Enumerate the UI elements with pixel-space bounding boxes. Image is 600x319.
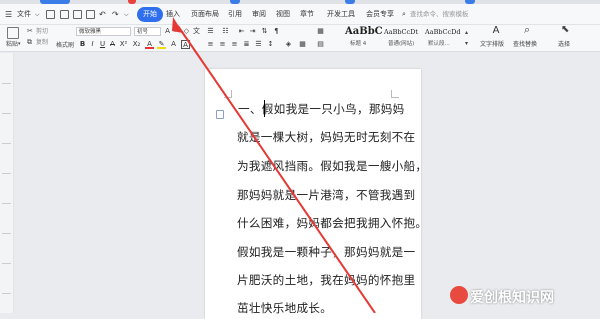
watermark-text: 爱创根知识网	[470, 290, 554, 306]
annotation-arrow	[172, 17, 376, 313]
watermark-logo-icon	[450, 286, 468, 304]
